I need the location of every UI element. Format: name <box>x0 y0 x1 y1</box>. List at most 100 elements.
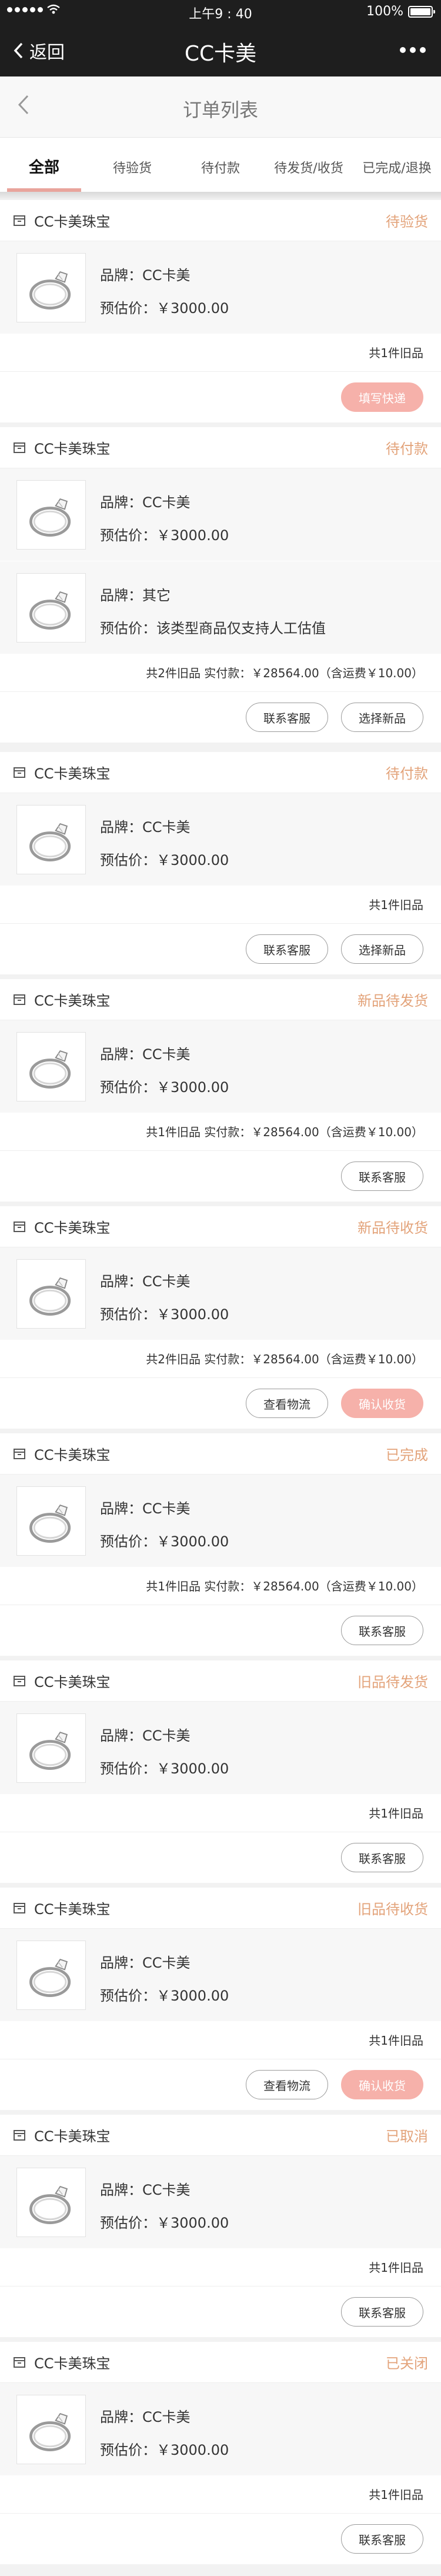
shop-name[interactable]: CC卡美珠宝 <box>34 2352 386 2372</box>
ring-image <box>16 2395 86 2464</box>
ring-image <box>16 1032 86 1101</box>
shop-name[interactable]: CC卡美珠宝 <box>34 210 386 231</box>
shop-name[interactable]: CC卡美珠宝 <box>34 989 358 1010</box>
order-summary: 共1件旧品 <box>0 2022 441 2059</box>
confirm-receipt-button[interactable]: 确认收货 <box>341 2070 423 2099</box>
tab-all[interactable]: 全部 <box>0 138 88 192</box>
shop-name[interactable]: CC卡美珠宝 <box>34 1216 358 1237</box>
item-estimated-price: 预估价：￥3000.00 <box>100 1079 229 1096</box>
shop-name[interactable]: CC卡美珠宝 <box>34 762 386 783</box>
shop-name[interactable]: CC卡美珠宝 <box>34 2125 386 2145</box>
order-item[interactable]: 品牌：其它 预估价：该类型商品仅支持人工估值 <box>0 561 441 654</box>
contact-service-button[interactable]: 联系客服 <box>246 934 328 964</box>
order-summary: 共1件旧品 <box>0 2476 441 2514</box>
shop-icon <box>13 766 26 779</box>
order-summary: 共1件旧品 实付款：￥28564.00（含运费￥10.00） <box>0 1113 441 1151</box>
item-brand: 品牌：CC卡美 <box>100 1728 191 1744</box>
item-estimated-price: 预估价：￥3000.00 <box>100 1306 229 1323</box>
ring-image <box>16 253 86 322</box>
order-header: CC卡美珠宝 新品待收货 <box>0 1206 441 1247</box>
order-header: CC卡美珠宝 旧品待收货 <box>0 1888 441 1929</box>
order-header: CC卡美珠宝 新品待发货 <box>0 979 441 1020</box>
ring-image <box>16 1259 86 1329</box>
order-summary: 共1件旧品 实付款：￥28564.00（含运费￥10.00） <box>0 1567 441 1605</box>
ring-image <box>16 480 86 550</box>
shop-name[interactable]: CC卡美珠宝 <box>34 1670 358 1691</box>
shop-name[interactable]: CC卡美珠宝 <box>34 1443 386 1464</box>
order-item[interactable]: 品牌：CC卡美预估价：￥3000.00 <box>0 1702 441 1795</box>
order-header: CC卡美珠宝 待付款 <box>0 752 441 793</box>
order-header: CC卡美珠宝 已完成 <box>0 1433 441 1475</box>
item-brand: 品牌：CC卡美 <box>100 267 191 284</box>
tab-shadow <box>0 192 441 200</box>
order-header: CC卡美珠宝 旧品待发货 <box>0 1660 441 1702</box>
item-estimated-price: 预估价：￥3000.00 <box>100 1760 229 1777</box>
order-summary: 共1件旧品 <box>0 2249 441 2287</box>
shop-icon <box>13 214 26 227</box>
order-item[interactable]: 品牌：CC卡美 预估价：￥3000.00 <box>0 1929 441 2022</box>
order-item[interactable]: 品牌：CC卡美 预估价：￥3000.00 <box>0 2383 441 2476</box>
item-brand: 品牌：CC卡美 <box>100 819 191 836</box>
contact-service-button[interactable]: 联系客服 <box>341 2297 423 2327</box>
nav-title: CC卡美 <box>184 42 257 66</box>
choose-new-product-button[interactable]: 选择新品 <box>341 703 423 732</box>
order-card: CC卡美珠宝 旧品待收货 品牌：CC卡美 预估价：￥3000.00 共1件旧品 查看物流确… <box>0 1888 441 2110</box>
choose-new-product-button[interactable]: 选择新品 <box>341 934 423 964</box>
battery-icon <box>408 5 435 18</box>
confirm-receipt-button[interactable]: 确认收货 <box>341 1389 423 1418</box>
item-brand: 品牌：CC卡美 <box>100 494 191 511</box>
item-estimated-price: 预估价：该类型商品仅支持人工估值 <box>100 620 326 637</box>
order-actions: 联系客服 <box>0 2514 441 2564</box>
contact-service-button[interactable]: 联系客服 <box>341 1616 423 1645</box>
order-card: CC卡美珠宝 已完成 品牌：CC卡美 预估价：￥3000.00 共1件旧品 实付款：￥2… <box>0 1433 441 1656</box>
nav-bar: 返回 CC卡美 <box>0 24 441 76</box>
shop-icon <box>13 1447 26 1460</box>
item-brand: 品牌：CC卡美 <box>100 1046 191 1063</box>
order-card: CC卡美珠宝 待付款 品牌：CC卡美 预估价：￥3000.00 品牌：其它 预估价：该类型… <box>0 427 441 743</box>
order-item[interactable]: 品牌：CC卡美 预估价：￥3000.00 <box>0 1475 441 1567</box>
ring-image <box>16 1713 86 1783</box>
order-item[interactable]: 品牌：CC卡美 预估价：￥3000.00 <box>0 793 441 886</box>
contact-service-button[interactable]: 联系客服 <box>246 703 328 732</box>
order-item[interactable]: 品牌：CC卡美 预估价：￥3000.00 <box>0 1247 441 1340</box>
view-logistics-button[interactable]: 查看物流 <box>246 2070 328 2099</box>
order-item[interactable]: 品牌：CC卡美 预估价：￥3000.00 <box>0 468 441 561</box>
contact-service-button[interactable]: 联系客服 <box>341 2524 423 2554</box>
item-estimated-price: 预估价：￥3000.00 <box>100 2442 229 2458</box>
order-status: 旧品待收货 <box>358 1901 428 1918</box>
shop-icon <box>13 441 26 454</box>
fill-express-button[interactable]: 填写快递 <box>341 382 423 412</box>
more-menu-button[interactable] <box>400 47 426 53</box>
order-actions: 联系客服 <box>0 1605 441 1656</box>
shop-icon <box>13 2129 26 2142</box>
order-status: 新品待发货 <box>358 993 428 1009</box>
tab-completed[interactable]: 已完成/退换 <box>353 138 441 192</box>
order-actions: 联系客服 <box>0 1832 441 1883</box>
tab-pending-inspection[interactable]: 待验货 <box>88 138 176 192</box>
shop-name[interactable]: CC卡美珠宝 <box>34 1898 358 1918</box>
contact-service-button[interactable]: 联系客服 <box>341 1843 423 1872</box>
order-item[interactable]: 品牌：CC卡美 预估价：￥3000.00 <box>0 241 441 334</box>
order-actions: 联系客服 <box>0 2287 441 2337</box>
view-logistics-button[interactable]: 查看物流 <box>246 1389 328 1418</box>
order-item[interactable]: 品牌：CC卡美预估价：￥3000.00 <box>0 1020 441 1113</box>
shop-icon <box>13 993 26 1006</box>
order-summary: 共1件旧品 <box>0 1795 441 1832</box>
order-summary: 共2件旧品 实付款：￥28564.00（含运费￥10.00） <box>0 654 441 692</box>
order-header: CC卡美珠宝 待付款 <box>0 427 441 468</box>
tab-shipping[interactable]: 待发货/收货 <box>265 138 353 192</box>
order-card: CC卡美珠宝 待付款 品牌：CC卡美 预估价：￥3000.00 共1件旧品 联系客服 选择新… <box>0 752 441 974</box>
battery-percent: 100% <box>366 4 403 19</box>
contact-service-button[interactable]: 联系客服 <box>341 1161 423 1191</box>
item-brand: 品牌：CC卡美 <box>100 2182 191 2198</box>
order-header: CC卡美珠宝 已取消 <box>0 2115 441 2156</box>
order-summary: 共1件旧品 <box>0 334 441 372</box>
order-item[interactable]: 品牌：CC卡美 预估价：￥3000.00 <box>0 2156 441 2249</box>
order-status: 待付款 <box>386 441 428 457</box>
shop-name[interactable]: CC卡美珠宝 <box>34 437 386 458</box>
tab-pending-payment[interactable]: 待付款 <box>176 138 265 192</box>
order-actions: 联系客服 <box>0 1151 441 1202</box>
order-status: 已取消 <box>386 2128 428 2145</box>
item-brand: 品牌：CC卡美 <box>100 1955 191 1971</box>
order-status: 已关闭 <box>386 2355 428 2372</box>
